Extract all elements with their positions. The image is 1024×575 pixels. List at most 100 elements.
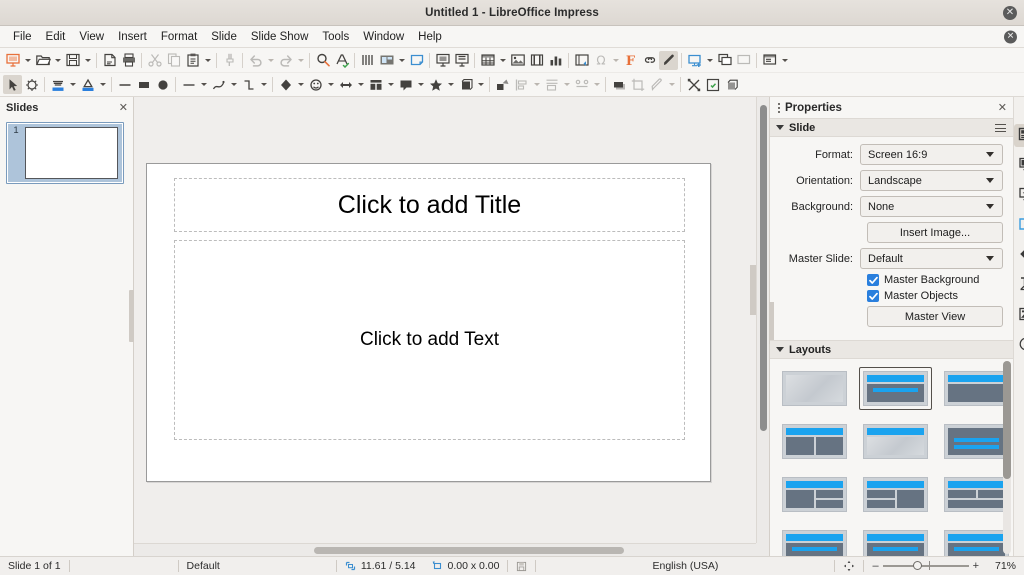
editor-horizontal-scroll-thumb[interactable]: [314, 547, 624, 554]
editor-view-splitter[interactable]: [750, 265, 756, 315]
sidebar-settings-menu-icon[interactable]: [1017, 101, 1024, 118]
sidebar-tab-shapes[interactable]: [1014, 244, 1024, 267]
menu-view[interactable]: View: [72, 29, 111, 45]
shadow-button[interactable]: [609, 75, 628, 94]
slides-panel-close-button[interactable]: ✕: [119, 101, 128, 114]
callouts-tool[interactable]: [396, 75, 415, 94]
zoom-out-button[interactable]: –: [872, 560, 878, 572]
print-button[interactable]: [119, 51, 138, 70]
save-dropdown-arrow[interactable]: [82, 51, 93, 70]
sidebar-tab-gallery[interactable]: [1014, 304, 1024, 327]
export-pdf-button[interactable]: [100, 51, 119, 70]
layout-two-content-right-split[interactable]: [859, 473, 932, 516]
master-background-label[interactable]: Master Background: [884, 274, 979, 286]
block-arrows-tool[interactable]: [336, 75, 355, 94]
document-close-button[interactable]: ✕: [1004, 30, 1017, 43]
ellipse-tool[interactable]: [153, 75, 172, 94]
new-slide-dropdown-arrow[interactable]: [704, 51, 715, 70]
basic-shapes-tool[interactable]: [276, 75, 295, 94]
3d-objects-tool-dropdown-arrow[interactable]: [475, 75, 486, 94]
connectors-tool[interactable]: [239, 75, 258, 94]
display-grid-button[interactable]: [358, 51, 377, 70]
layouts-scrollbar[interactable]: [1003, 361, 1011, 554]
fill-color-button[interactable]: [48, 75, 67, 94]
glue-points-button[interactable]: [703, 75, 722, 94]
fit-slide-button[interactable]: [835, 557, 863, 575]
connectors-tool-dropdown-arrow[interactable]: [258, 75, 269, 94]
zoom-track[interactable]: [883, 565, 969, 567]
menu-window[interactable]: Window: [356, 29, 411, 45]
sidebar-tab-properties[interactable]: [1014, 124, 1024, 147]
layout-blank[interactable]: [778, 367, 851, 410]
background-dropdown[interactable]: None: [860, 196, 1003, 217]
menu-format[interactable]: Format: [154, 29, 204, 45]
rotate-object-button[interactable]: [493, 75, 512, 94]
select-tool[interactable]: [3, 75, 22, 94]
insert-image-button[interactable]: Insert Image...: [867, 222, 1003, 243]
panel-menu-icon[interactable]: [995, 124, 1006, 132]
slide-layout-button[interactable]: [760, 51, 779, 70]
curves-polygons-tool-dropdown-arrow[interactable]: [228, 75, 239, 94]
slide-editing-area[interactable]: Click to add Title Click to add Text: [134, 97, 769, 556]
editor-vertical-scrollbar[interactable]: [756, 97, 769, 543]
save-status-icon[interactable]: [508, 557, 535, 575]
flowchart-tool-dropdown-arrow[interactable]: [385, 75, 396, 94]
sidebar-tab-navigator[interactable]: [1014, 334, 1024, 357]
layouts-panel-header[interactable]: Layouts: [770, 340, 1013, 359]
sidebar-tab-styles[interactable]: [1014, 274, 1024, 297]
fontwork-button[interactable]: F: [621, 51, 640, 70]
insert-table-dropdown-arrow[interactable]: [497, 51, 508, 70]
slide-layout-dropdown-arrow[interactable]: [779, 51, 790, 70]
master-objects-label[interactable]: Master Objects: [884, 290, 958, 302]
curves-polygons-tool[interactable]: [209, 75, 228, 94]
layout-extra-a[interactable]: [778, 526, 851, 556]
title-placeholder[interactable]: Click to add Title: [174, 178, 685, 232]
layout-title-two-content[interactable]: [778, 420, 851, 463]
paste-dropdown-arrow[interactable]: [202, 51, 213, 70]
3d-objects-tool[interactable]: [456, 75, 475, 94]
sidebar-tab-animation[interactable]: [1014, 184, 1024, 207]
lines-arrows-tool-dropdown-arrow[interactable]: [198, 75, 209, 94]
points-button[interactable]: [684, 75, 703, 94]
layouts-scroll-thumb[interactable]: [1003, 361, 1011, 479]
display-views-dropdown-arrow[interactable]: [396, 51, 407, 70]
menu-file[interactable]: File: [6, 29, 39, 45]
menu-help[interactable]: Help: [411, 29, 449, 45]
content-placeholder[interactable]: Click to add Text: [174, 240, 685, 440]
line-color-button[interactable]: [78, 75, 97, 94]
master-background-checkbox[interactable]: [867, 274, 879, 286]
find-replace-button[interactable]: [313, 51, 332, 70]
zoom-slider[interactable]: – +: [864, 557, 987, 575]
layout-title-only[interactable]: [859, 420, 932, 463]
format-dropdown[interactable]: Screen 16:9: [860, 144, 1003, 165]
editor-vertical-scroll-thumb[interactable]: [760, 105, 767, 431]
slide-canvas[interactable]: Click to add Title Click to add Text: [146, 163, 711, 482]
insert-line-tool[interactable]: [115, 75, 134, 94]
save-button[interactable]: [63, 51, 82, 70]
new-button[interactable]: [3, 51, 22, 70]
window-close-button[interactable]: ✕: [1003, 6, 1017, 20]
master-slide-dropdown[interactable]: Default: [860, 248, 1003, 269]
sidebar-tab-slide-transition[interactable]: [1014, 154, 1024, 177]
callouts-tool-dropdown-arrow[interactable]: [415, 75, 426, 94]
insert-textbox-button[interactable]: [527, 51, 546, 70]
line-color-dropdown-arrow[interactable]: [97, 75, 108, 94]
duplicate-slide-button[interactable]: [715, 51, 734, 70]
display-views-button[interactable]: [377, 51, 396, 70]
new-slide-button[interactable]: [685, 51, 704, 70]
sidebar-tab-master-slides[interactable]: [1014, 214, 1024, 237]
lines-arrows-tool[interactable]: [179, 75, 198, 94]
open-dropdown-arrow[interactable]: [52, 51, 63, 70]
new-dropdown-arrow[interactable]: [22, 51, 33, 70]
layout-two-content-left-split[interactable]: [778, 473, 851, 516]
orientation-dropdown[interactable]: Landscape: [860, 170, 1003, 191]
symbol-shapes-tool-dropdown-arrow[interactable]: [325, 75, 336, 94]
insert-media-button[interactable]: [572, 51, 591, 70]
master-objects-checkbox[interactable]: [867, 290, 879, 302]
menu-insert[interactable]: Insert: [111, 29, 154, 45]
insert-image-button[interactable]: [508, 51, 527, 70]
start-from-first-slide-button[interactable]: [433, 51, 452, 70]
stars-tool[interactable]: [426, 75, 445, 94]
stars-tool-dropdown-arrow[interactable]: [445, 75, 456, 94]
deck-grip-handle[interactable]: [775, 101, 783, 114]
